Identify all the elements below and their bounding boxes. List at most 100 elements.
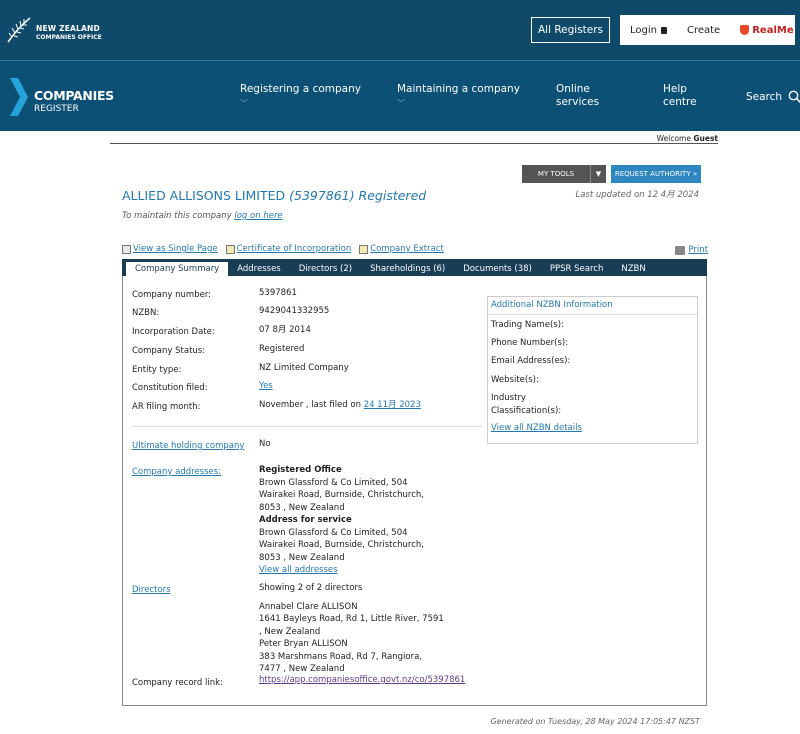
incorporation-value: 07 8月 2014 <box>259 325 311 335</box>
page-title: ALLIED ALLISONS LIMITED (5397861) Regist… <box>122 188 426 203</box>
my-tools-button[interactable]: MY TOOLS ▼ <box>522 165 606 183</box>
realme-link[interactable]: RealMe <box>730 22 800 38</box>
directors-link[interactable]: Directors <box>132 585 171 595</box>
company-number-value: 5397861 <box>259 288 297 298</box>
nzbn-info-box: Additional NZBN Information Trading Name… <box>487 296 698 444</box>
constitution-value: Yes <box>259 380 459 393</box>
directors-value: Showing 2 of 2 directors Annabel Clare A… <box>259 582 444 676</box>
director-name: Peter Bryan ALLISON <box>259 639 348 649</box>
printer-icon <box>675 245 686 255</box>
ar-filing-label: AR filing month: <box>132 402 201 412</box>
view-single-page-link[interactable]: View as Single Page <box>122 244 218 254</box>
nav-help-centre[interactable]: Help centre <box>663 83 697 109</box>
certificate-icon <box>225 244 235 254</box>
tab-documents[interactable]: Documents (38) <box>454 262 541 276</box>
nav-online-label1: Online <box>556 83 590 95</box>
registered-office-address: Brown Glassford & Co Limited, 504 Wairak… <box>259 477 425 513</box>
industry-label: Industry Classification(s): <box>491 393 562 416</box>
last-updated: Last updated on 12 4月 2024 <box>575 190 699 200</box>
log-on-link[interactable]: log on here <box>234 211 282 221</box>
chevron-down-icon: ﹀ <box>240 99 248 108</box>
company-tabs: Company Summary Addresses Directors (2) … <box>122 259 707 276</box>
director-address: 1641 Bayleys Road, Rd 1, Little River, 7… <box>259 614 444 637</box>
ultimate-holding-value: No <box>259 439 271 449</box>
nz-companies-office-logo[interactable]: NEW ZEALAND COMPANIES OFFICE <box>6 16 126 46</box>
tab-company-summary[interactable]: Company Summary <box>126 262 229 276</box>
ar-filing-prefix: November , last filed on <box>259 400 361 410</box>
tab-addresses[interactable]: Addresses <box>228 262 290 276</box>
tab-directors[interactable]: Directors (2) <box>290 262 361 276</box>
constitution-yes-link[interactable]: Yes <box>259 381 273 391</box>
generated-timestamp: Generated on Tuesday, 28 May 2024 17:05:… <box>490 717 700 726</box>
director-address: 383 Marshmans Road, Rd 7, Rangiora, 7477… <box>259 651 423 675</box>
entity-type-label: Entity type: <box>132 365 182 375</box>
document-links: View as Single Page Certificate of Incor… <box>122 244 452 254</box>
nav-search[interactable]: Search <box>746 90 800 104</box>
company-number-label: Company number: <box>132 290 212 300</box>
certificate-label: Certificate of Incorporation <box>236 244 352 254</box>
companies-register-logo[interactable]: COMPANIES REGISTER <box>8 78 128 118</box>
realme-shield-icon <box>740 25 750 35</box>
binoculars-icon <box>122 244 131 254</box>
nav-maintaining-label: Maintaining a company <box>397 83 520 95</box>
incorporation-label: Incorporation Date: <box>132 327 215 337</box>
login-link[interactable]: Login <box>620 22 677 38</box>
company-extract-label: Company Extract <box>370 244 444 254</box>
create-link[interactable]: Create <box>677 22 730 38</box>
chevron-logo-icon <box>10 78 28 116</box>
company-addresses-link[interactable]: Company addresses: <box>132 467 221 477</box>
status-label: Company Status: <box>132 346 206 356</box>
record-link-value: https://app.companiesoffice.govt.nz/co/5… <box>259 674 499 687</box>
chevron-down-icon: ﹀ <box>397 99 405 108</box>
ultimate-holding-link[interactable]: Ultimate holding company <box>132 441 244 451</box>
print-label: Print <box>688 245 708 255</box>
company-record-link[interactable]: https://app.companiesoffice.govt.nz/co/5… <box>259 675 465 685</box>
nav-online-label2: services <box>556 96 600 108</box>
constitution-label: Constitution filed: <box>132 383 208 393</box>
all-registers-button[interactable]: All Registers <box>531 17 610 43</box>
maintain-prefix: To maintain this company <box>122 211 232 221</box>
request-authority-button[interactable]: REQUEST AUTHORITY » <box>611 165 701 183</box>
status-value: Registered <box>259 344 305 354</box>
registered-office-label: Registered Office <box>259 465 342 475</box>
tab-nzbn[interactable]: NZBN <box>612 262 654 276</box>
nav-registering-label: Registering a company <box>240 83 361 95</box>
websites-label: Website(s): <box>491 375 539 385</box>
nav-maintaining[interactable]: Maintaining a company ﹀ <box>397 83 520 110</box>
company-addresses-value: Registered Office Brown Glassford & Co L… <box>259 464 444 577</box>
trading-names-label: Trading Name(s): <box>491 320 564 330</box>
view-all-addresses-link[interactable]: View all addresses <box>259 565 338 575</box>
nav-registering[interactable]: Registering a company ﹀ <box>240 83 361 110</box>
welcome-user: Guest <box>693 134 718 143</box>
view-all-nzbn-link[interactable]: View all NZBN details <box>491 423 582 433</box>
company-number-status: (5397861) Registered <box>289 188 427 203</box>
create-label: Create <box>686 24 721 36</box>
nav-online-services[interactable]: Online services <box>556 83 599 109</box>
tab-shareholdings[interactable]: Shareholdings (6) <box>361 262 454 276</box>
nz-logo-line2: COMPANIES OFFICE <box>36 34 102 41</box>
nav-search-label: Search <box>746 91 783 103</box>
entity-type-value: NZ Limited Company <box>259 363 349 373</box>
nzbn-info-heading: Additional NZBN Information <box>491 300 613 310</box>
divider <box>132 426 482 427</box>
record-link-label: Company record link: <box>132 678 223 688</box>
company-name: ALLIED ALLISONS LIMITED <box>122 188 286 203</box>
lock-icon <box>660 26 667 34</box>
service-address-label: Address for service <box>259 515 352 525</box>
company-summary-panel: Company number: 5397861 NZBN: 9429041332… <box>122 276 707 706</box>
ar-filed-date-link[interactable]: 24 11月 2023 <box>364 400 421 410</box>
certificate-link[interactable]: Certificate of Incorporation <box>225 244 352 254</box>
company-extract-link[interactable]: Company Extract <box>359 244 444 254</box>
phone-numbers-label: Phone Number(s): <box>491 338 569 348</box>
nzbn-value: 9429041332955 <box>259 306 330 316</box>
welcome-prefix: Welcome <box>656 134 691 143</box>
print-link[interactable]: Print <box>675 245 708 255</box>
realme-label: RealMe <box>752 24 794 36</box>
tab-ppsr-search[interactable]: PPSR Search <box>541 262 612 276</box>
welcome-text: Welcome Guest <box>657 134 718 143</box>
nzbn-label: NZBN: <box>132 308 160 318</box>
divider <box>488 314 697 315</box>
my-tools-label: MY TOOLS <box>537 170 575 178</box>
nav-help-label2: centre <box>663 96 697 108</box>
nz-logo-line1: NEW ZEALAND <box>36 24 100 33</box>
